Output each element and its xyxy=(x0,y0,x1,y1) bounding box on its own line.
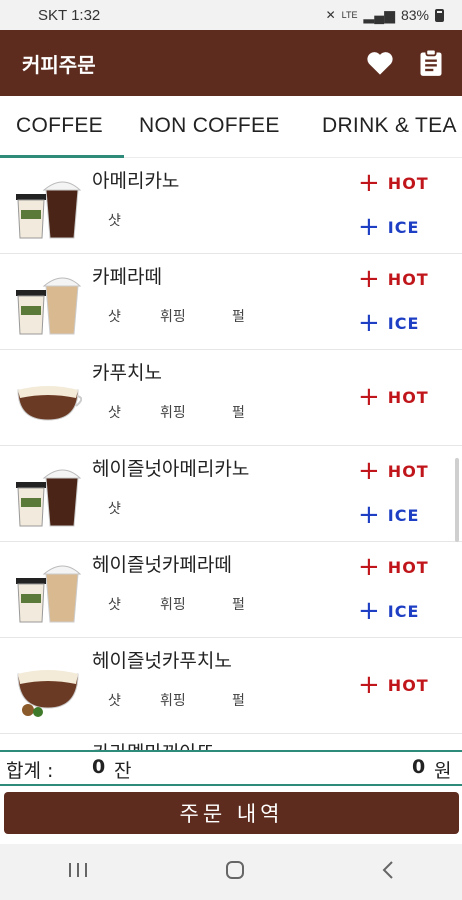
plus-icon: + xyxy=(358,596,380,626)
menu-item: 헤이즐넛카푸치노 샷 휘핑 펄 + HOT xyxy=(0,638,462,734)
option-shot[interactable]: 샷 xyxy=(108,690,121,710)
option-shot[interactable]: 샷 xyxy=(108,306,121,326)
plus-icon: + xyxy=(358,212,380,242)
battery-icon xyxy=(435,8,444,22)
tab-non-coffee[interactable]: NON COFFEE xyxy=(139,114,280,138)
order-history-button[interactable]: 주문 내역 xyxy=(4,792,459,834)
ice-add-button[interactable]: + ICE xyxy=(358,214,419,240)
total-price-unit: 원 xyxy=(434,760,452,782)
status-bar: SKT 1:32 ✕ LTE ▂▄▆ 83% xyxy=(0,0,462,30)
option-whipping[interactable]: 휘핑 xyxy=(160,690,186,710)
plus-icon: + xyxy=(358,382,380,412)
status-indicators: ✕ LTE ▂▄▆ 83% xyxy=(326,7,444,24)
menu-item: 아메리카노 샷 + HOT + ICE xyxy=(0,158,462,254)
tab-coffee[interactable]: COFFEE xyxy=(16,114,103,138)
menu-item: 카라멜마끼아또 xyxy=(0,734,462,750)
status-carrier-time: SKT 1:32 xyxy=(38,6,101,24)
hot-add-button[interactable]: + HOT xyxy=(358,170,429,196)
signal-icon: ▂▄▆ xyxy=(363,6,395,23)
tab-drink-tea[interactable]: DRINK & TEA xyxy=(322,114,457,138)
hot-add-button[interactable]: + HOT xyxy=(358,266,429,292)
order-totals: 합계 : 0 잔 0 원 xyxy=(0,750,462,786)
mute-icon: ✕ xyxy=(325,8,336,22)
scrollbar[interactable] xyxy=(455,458,459,542)
total-count-unit: 잔 xyxy=(114,760,132,782)
hot-add-button[interactable]: + HOT xyxy=(358,458,429,484)
ice-add-button[interactable]: + ICE xyxy=(358,598,419,624)
plus-icon: + xyxy=(358,552,380,582)
option-shot[interactable]: 샷 xyxy=(108,210,121,230)
plus-icon: + xyxy=(358,168,380,198)
hot-add-button[interactable]: + HOT xyxy=(358,554,429,580)
option-whipping[interactable]: 휘핑 xyxy=(160,594,186,614)
hazelnut-cappuccino-glass-image xyxy=(17,670,79,717)
option-pearl[interactable]: 펄 xyxy=(232,306,245,326)
item-name: 헤이즐넛카페라떼 xyxy=(92,554,232,576)
plus-icon: + xyxy=(358,308,380,338)
hazelnut-americano-cups-image xyxy=(16,469,82,527)
home-icon[interactable] xyxy=(224,859,246,885)
cappuccino-glass-image xyxy=(17,386,82,421)
option-whipping[interactable]: 휘핑 xyxy=(160,402,186,422)
app-bar: 커피주문 xyxy=(0,30,462,96)
heart-icon[interactable] xyxy=(366,50,394,76)
hazelnut-latte-cups-image xyxy=(16,565,82,623)
plus-icon: + xyxy=(358,670,380,700)
back-icon[interactable] xyxy=(381,860,395,884)
menu-list[interactable]: 아메리카노 샷 + HOT + ICE 카페라떼 샷 휘핑 펄 + HOT + … xyxy=(0,158,462,750)
menu-item: 카푸치노 샷 휘핑 펄 + HOT xyxy=(0,350,462,446)
menu-item: 헤이즐넛카페라떼 샷 휘핑 펄 + HOT + ICE xyxy=(0,542,462,638)
plus-icon: + xyxy=(358,456,380,486)
total-label: 합계 : xyxy=(6,760,54,782)
total-count: 0 xyxy=(92,756,106,778)
option-pearl[interactable]: 펄 xyxy=(232,690,245,710)
item-name: 카라멜마끼아또 xyxy=(92,738,214,750)
option-shot[interactable]: 샷 xyxy=(108,402,121,422)
item-name: 카페라떼 xyxy=(92,266,162,288)
recent-apps-icon[interactable] xyxy=(67,861,89,883)
plus-icon: + xyxy=(358,500,380,530)
option-whipping[interactable]: 휘핑 xyxy=(160,306,186,326)
option-pearl[interactable]: 펄 xyxy=(232,402,245,422)
network-label: LTE xyxy=(341,10,358,20)
clipboard-icon[interactable] xyxy=(418,49,444,77)
ice-add-button[interactable]: + ICE xyxy=(358,310,419,336)
hot-add-button[interactable]: + HOT xyxy=(358,672,429,698)
option-pearl[interactable]: 펄 xyxy=(232,594,245,614)
total-price: 0 xyxy=(412,756,426,778)
system-nav-bar xyxy=(0,844,462,900)
item-name: 헤이즐넛아메리카노 xyxy=(92,458,250,480)
hot-add-button[interactable]: + HOT xyxy=(358,384,429,410)
ice-add-button[interactable]: + ICE xyxy=(358,502,419,528)
category-tabs: COFFEE NON COFFEE DRINK & TEA xyxy=(0,96,462,158)
item-name: 아메리카노 xyxy=(92,170,180,192)
iced-and-hot-latte-cups-image xyxy=(16,277,82,335)
iced-and-hot-coffee-cups-image xyxy=(16,181,82,239)
option-shot[interactable]: 샷 xyxy=(108,498,121,518)
battery-percent: 83% xyxy=(400,7,429,23)
menu-item: 헤이즐넛아메리카노 샷 + HOT + ICE xyxy=(0,446,462,542)
item-name: 헤이즐넛카푸치노 xyxy=(92,650,232,672)
page-title: 커피주문 xyxy=(22,52,96,77)
item-name: 카푸치노 xyxy=(92,362,162,384)
plus-icon: + xyxy=(358,264,380,294)
option-shot[interactable]: 샷 xyxy=(108,594,121,614)
menu-item: 카페라떼 샷 휘핑 펄 + HOT + ICE xyxy=(0,254,462,350)
